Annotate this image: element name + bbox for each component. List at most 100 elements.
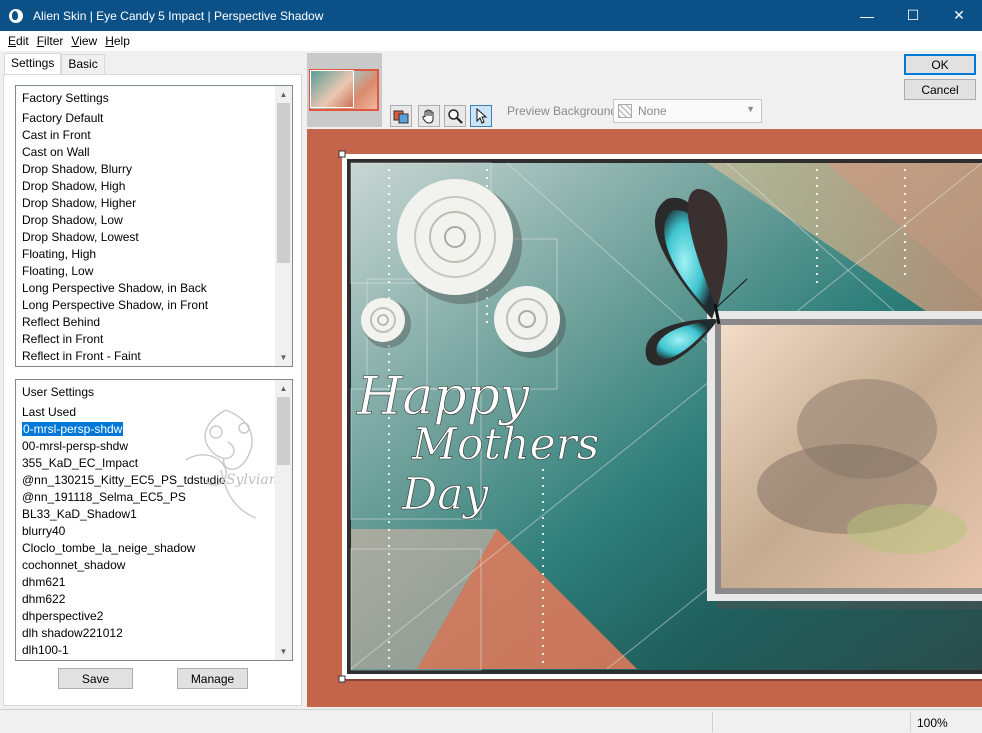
- list-item[interactable]: Long Perspective Shadow, in Front: [22, 297, 275, 314]
- minimize-button[interactable]: —: [844, 0, 890, 31]
- list-item[interactable]: Floating, High: [22, 246, 275, 263]
- menu-filter[interactable]: Filter: [33, 34, 68, 48]
- list-item[interactable]: Reflect in Front - Faint: [22, 348, 275, 365]
- title-happy: Happy: [356, 367, 530, 427]
- list-item-label: Drop Shadow, Lowest: [22, 230, 139, 244]
- list-item-label: Last Used: [22, 405, 77, 419]
- status-bar: 100%: [0, 709, 982, 733]
- settings-panel: Factory Settings Factory Default Cast in …: [3, 74, 302, 706]
- menu-bar: Edit Filter View Help: [0, 31, 982, 51]
- close-button[interactable]: ✕: [936, 0, 982, 31]
- list-item[interactable]: Cast on Wall: [22, 144, 275, 161]
- list-item[interactable]: Cloclo_tombe_la_neige_shadow: [22, 540, 275, 557]
- preview-artwork: Happy Mothers Day: [338, 150, 982, 683]
- menu-view[interactable]: View: [67, 34, 101, 48]
- list-item-label: Reflect Behind: [22, 315, 101, 329]
- list-item-label: Long Perspective Shadow, in Back: [22, 281, 207, 295]
- list-item[interactable]: dlh shadow221012: [22, 625, 275, 642]
- list-item[interactable]: Reflect in Front: [22, 331, 275, 348]
- list-item[interactable]: Long Perspective Shadow, in Back: [22, 280, 275, 297]
- list-item[interactable]: Floating, Low: [22, 263, 275, 280]
- title-day: Day: [401, 469, 490, 520]
- list-item-label: Reflect in Front: [22, 332, 104, 346]
- list-item-label: Floating, High: [22, 247, 97, 261]
- thumbnail-viewport[interactable]: [310, 70, 354, 108]
- list-item-label: dlh shadow221012: [22, 626, 123, 640]
- title-mothers: Mothers: [411, 419, 599, 470]
- list-item-label: Long Perspective Shadow, in Front: [22, 298, 209, 312]
- hand-icon[interactable]: [418, 105, 440, 127]
- scroll-up-icon[interactable]: ▲: [275, 380, 292, 397]
- list-item[interactable]: dhperspective2: [22, 608, 275, 625]
- ok-button[interactable]: OK: [904, 54, 976, 75]
- list-item[interactable]: Factory Default: [22, 110, 275, 127]
- menu-help[interactable]: Help: [101, 34, 134, 48]
- transparent-swatch-icon: [618, 104, 632, 118]
- scroll-up-icon[interactable]: ▲: [275, 86, 292, 103]
- chevron-down-icon: ▼: [746, 104, 755, 114]
- list-item[interactable]: cochonnet_shadow: [22, 557, 275, 574]
- list-item-label: Drop Shadow, Higher: [22, 196, 137, 210]
- list-item-label: @nn_191118_Selma_EC5_PS: [22, 490, 186, 504]
- list-item-label: Factory Default: [22, 111, 104, 125]
- window-title: Alien Skin | Eye Candy 5 Impact | Perspe…: [33, 8, 324, 23]
- pointer-icon[interactable]: [470, 105, 492, 127]
- list-item-label: 355_KaD_EC_Impact: [22, 456, 139, 470]
- list-item-label: Cast on Wall: [22, 145, 90, 159]
- list-item[interactable]: dlh100-1: [22, 642, 275, 659]
- list-item-label: 0-mrsl-persp-shdw: [20, 421, 125, 437]
- zoom-level: 100%: [917, 716, 948, 730]
- preview-background-label: Preview Background:: [507, 104, 621, 118]
- list-item[interactable]: dhm622: [22, 591, 275, 608]
- list-item-label: dhperspective2: [22, 609, 104, 623]
- list-item-label: Reflect in Front - Faint: [22, 349, 141, 363]
- list-item[interactable]: Cast in Front: [22, 127, 275, 144]
- list-item[interactable]: Drop Shadow, Lowest: [22, 229, 275, 246]
- list-item[interactable]: Drop Shadow, High: [22, 178, 275, 195]
- scroll-thumb[interactable]: [277, 103, 290, 263]
- factory-settings-list[interactable]: Factory Settings Factory Default Cast in …: [15, 85, 293, 367]
- factory-settings-header: Factory Settings: [22, 91, 109, 105]
- preview-background-value: None: [638, 104, 667, 118]
- toggle-preview-icon[interactable]: [390, 105, 412, 127]
- list-item-label: dhm621: [22, 575, 66, 589]
- maximize-button[interactable]: ☐: [890, 0, 936, 31]
- zoom-icon[interactable]: [444, 105, 466, 127]
- list-item-label: Cloclo_tombe_la_neige_shadow: [22, 541, 196, 555]
- user-settings-list[interactable]: User Settings Last Used 0-mrsl-persp-shdw…: [15, 379, 293, 661]
- alien-skin-icon: [9, 8, 23, 23]
- list-item-label: Floating, Low: [22, 264, 94, 278]
- list-item[interactable]: Drop Shadow, Blurry: [22, 161, 275, 178]
- list-item-label: dhm622: [22, 592, 66, 606]
- list-item-label: BL33_KaD_Shadow1: [22, 507, 137, 521]
- manage-button[interactable]: Manage: [177, 668, 248, 689]
- list-item-label: Drop Shadow, Low: [22, 213, 123, 227]
- scroll-down-icon[interactable]: ▼: [275, 349, 292, 366]
- factory-scrollbar[interactable]: ▲ ▼: [275, 86, 292, 366]
- scroll-thumb[interactable]: [277, 397, 290, 465]
- list-item-label: cochonnet_shadow: [22, 558, 126, 572]
- list-item-label: 00-mrsl-persp-shdw: [22, 439, 129, 453]
- preview-background-select[interactable]: None ▼: [613, 99, 762, 123]
- watermark-flourish-icon: [185, 409, 257, 519]
- tab-basic[interactable]: Basic: [61, 54, 105, 74]
- list-item-label: Drop Shadow, High: [22, 179, 126, 193]
- tab-settings[interactable]: Settings: [4, 53, 62, 74]
- list-item-label: dlh100-1: [22, 643, 69, 657]
- navigator-thumbnail[interactable]: [307, 53, 382, 127]
- list-item[interactable]: Drop Shadow, Higher: [22, 195, 275, 212]
- save-button[interactable]: Save: [58, 668, 133, 689]
- user-scrollbar[interactable]: ▲ ▼: [275, 380, 292, 660]
- list-item[interactable]: dhm621: [22, 574, 275, 591]
- preview-canvas[interactable]: Happy Mothers Day: [307, 129, 982, 707]
- title-bar: Alien Skin | Eye Candy 5 Impact | Perspe…: [0, 0, 982, 31]
- list-item-label: Cast in Front: [22, 128, 91, 142]
- list-item-label: blurry40: [22, 524, 66, 538]
- settings-tabs: Settings Basic: [4, 53, 105, 74]
- menu-edit[interactable]: Edit: [4, 34, 33, 48]
- list-item[interactable]: Reflect Behind: [22, 314, 275, 331]
- scroll-down-icon[interactable]: ▼: [275, 643, 292, 660]
- list-item[interactable]: Drop Shadow, Low: [22, 212, 275, 229]
- cancel-button[interactable]: Cancel: [904, 79, 976, 100]
- list-item-label: Drop Shadow, Blurry: [22, 162, 133, 176]
